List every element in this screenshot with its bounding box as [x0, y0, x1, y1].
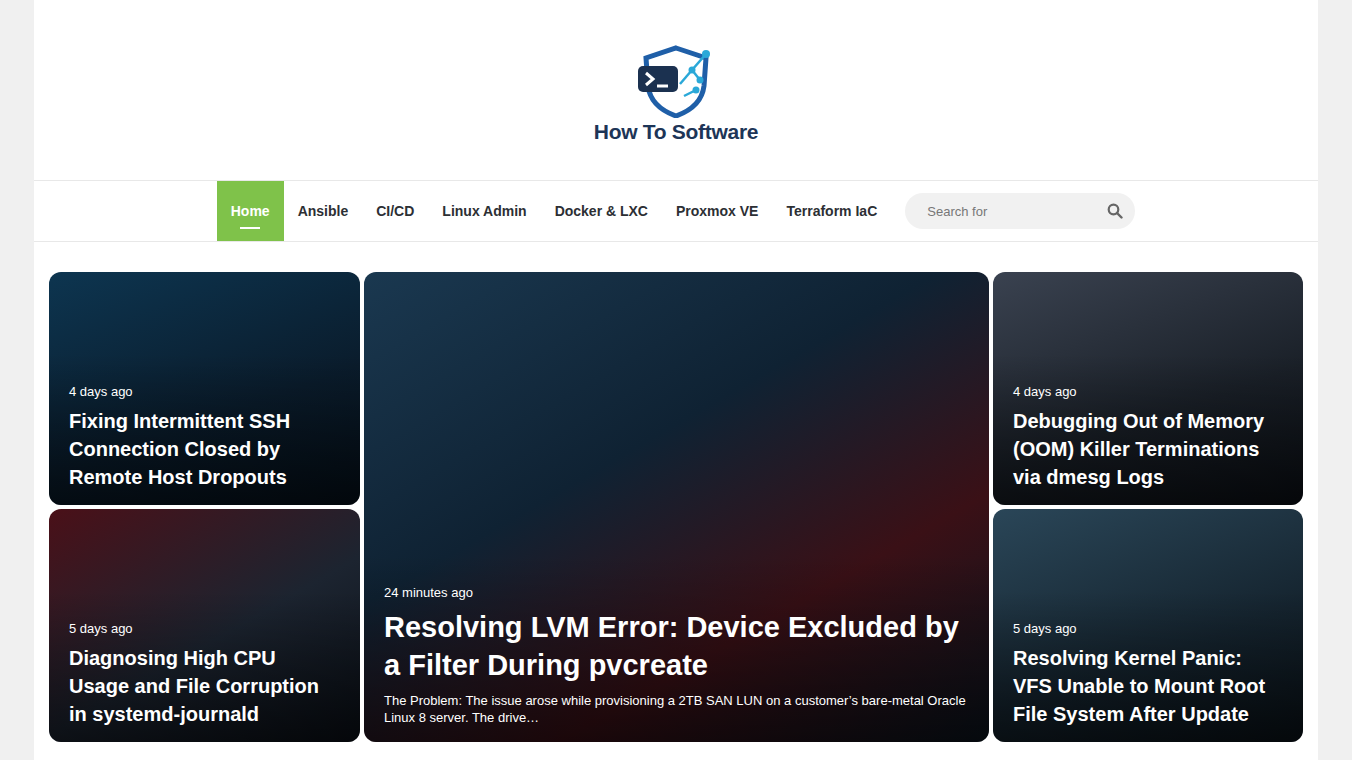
nav-item[interactable]: Linux Admin [428, 181, 540, 241]
nav-items: HomeAnsibleCI/CDLinux AdminDocker & LXCP… [34, 181, 1318, 241]
post-title[interactable]: Resolving Kernel Panic: VFS Unable to Mo… [1013, 644, 1283, 728]
nav-item[interactable]: Docker & LXC [541, 181, 662, 241]
post-card-body: 4 days ago Fixing Intermittent SSH Conne… [49, 354, 360, 505]
post-card-body: 4 days ago Debugging Out of Memory (OOM)… [993, 354, 1303, 505]
post-time: 5 days ago [1013, 621, 1283, 636]
post-card-body: 5 days ago Resolving Kernel Panic: VFS U… [993, 591, 1303, 742]
post-card[interactable]: 5 days ago Resolving Kernel Panic: VFS U… [993, 509, 1303, 742]
main-nav: HomeAnsibleCI/CDLinux AdminDocker & LXCP… [34, 180, 1318, 242]
post-card[interactable]: 4 days ago Debugging Out of Memory (OOM)… [993, 272, 1303, 505]
nav-item[interactable]: Terraform IaC [772, 181, 891, 241]
post-title[interactable]: Diagnosing High CPU Usage and File Corru… [69, 644, 340, 728]
post-time: 4 days ago [69, 384, 340, 399]
post-excerpt: The Problem: The issue arose while provi… [384, 692, 969, 726]
shield-terminal-icon [634, 44, 718, 118]
search-icon[interactable] [1107, 203, 1123, 219]
nav-item[interactable]: CI/CD [362, 181, 428, 241]
featured-posts-grid: 4 days ago Fixing Intermittent SSH Conne… [34, 242, 1318, 742]
nav-item[interactable]: Home [217, 181, 284, 241]
post-time: 24 minutes ago [384, 585, 969, 600]
nav-item[interactable]: Ansible [284, 181, 363, 241]
site-container: How To Software HomeAnsibleCI/CDLinux Ad… [34, 0, 1318, 760]
site-header: How To Software [34, 0, 1318, 180]
page: How To Software HomeAnsibleCI/CDLinux Ad… [0, 0, 1352, 760]
post-card-body: 5 days ago Diagnosing High CPU Usage and… [49, 591, 360, 742]
post-title[interactable]: Resolving LVM Error: Device Excluded by … [384, 608, 969, 684]
post-card[interactable]: 5 days ago Diagnosing High CPU Usage and… [49, 509, 360, 742]
site-logo[interactable]: How To Software [594, 44, 758, 144]
search-input[interactable] [925, 203, 1107, 220]
post-card-body: 24 minutes ago Resolving LVM Error: Devi… [364, 555, 989, 742]
post-card[interactable]: 24 minutes ago Resolving LVM Error: Devi… [364, 272, 989, 742]
post-title[interactable]: Debugging Out of Memory (OOM) Killer Ter… [1013, 407, 1283, 491]
post-title[interactable]: Fixing Intermittent SSH Connection Close… [69, 407, 340, 491]
logo-text: How To Software [594, 120, 758, 144]
post-time: 5 days ago [69, 621, 340, 636]
search-field[interactable] [905, 193, 1135, 229]
post-card[interactable]: 4 days ago Fixing Intermittent SSH Conne… [49, 272, 360, 505]
nav-item[interactable]: Proxmox VE [662, 181, 772, 241]
post-time: 4 days ago [1013, 384, 1283, 399]
